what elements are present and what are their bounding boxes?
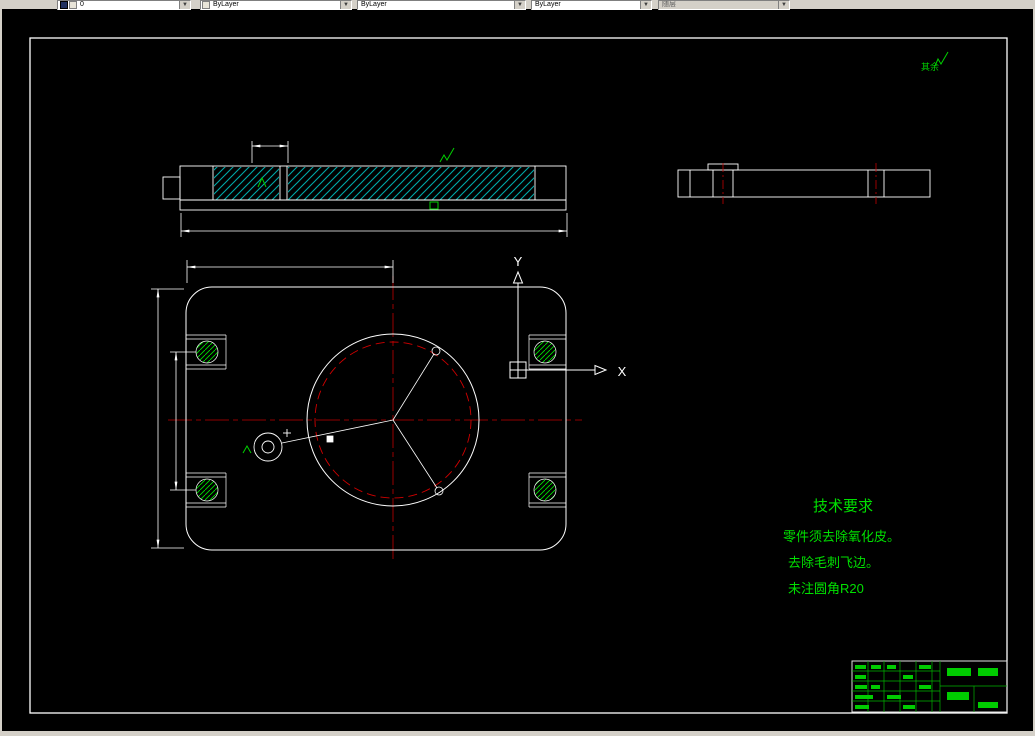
y-axis-label: Y	[514, 254, 523, 269]
color-combo[interactable]: ByLayer ▼	[200, 0, 352, 10]
lineweight-combo-value: ByLayer	[535, 1, 561, 8]
chevron-down-icon[interactable]: ▼	[179, 1, 190, 9]
chevron-down-icon: ▼	[778, 1, 789, 9]
drawing-canvas[interactable]: Y X 其余 技术要求 零件须去除氧化皮。 去除毛刺飞边。 未注圆角R20	[2, 9, 1033, 731]
hatch-area	[214, 167, 279, 200]
linetype-combo[interactable]: ByLayer ▼	[357, 0, 526, 10]
cad-application-window: 0 ▼ ByLayer ▼ ByLayer ▼ ByLayer ▼ 随层 ▼ Y…	[0, 0, 1035, 736]
plotstyle-combo-value: 随层	[662, 1, 676, 8]
tech-requirements-line3: 未注圆角R20	[788, 581, 864, 596]
color-swatch-icon	[202, 1, 210, 9]
chevron-down-icon[interactable]: ▼	[640, 1, 651, 9]
chevron-down-icon[interactable]: ▼	[514, 1, 525, 9]
properties-toolbar: 0 ▼ ByLayer ▼ ByLayer ▼ ByLayer ▼ 随层 ▼	[0, 0, 1035, 10]
layer-combo-value: 0	[80, 1, 84, 8]
linetype-combo-value: ByLayer	[361, 1, 387, 8]
hatch-area	[288, 167, 534, 200]
tech-requirements-line2: 去除毛刺飞边。	[788, 555, 879, 570]
layer-combo[interactable]: 0 ▼	[57, 0, 191, 10]
layer-state-icon	[60, 1, 68, 9]
color-combo-value: ByLayer	[213, 1, 239, 8]
plotstyle-combo: 随层 ▼	[658, 0, 790, 10]
tech-requirements-title: 技术要求	[813, 498, 873, 515]
chevron-down-icon[interactable]: ▼	[340, 1, 351, 9]
x-axis-label: X	[618, 364, 627, 379]
tech-requirements-line1: 零件须去除氧化皮。	[783, 529, 900, 544]
layer-color-icon	[69, 1, 77, 9]
lineweight-combo[interactable]: ByLayer ▼	[531, 0, 652, 10]
